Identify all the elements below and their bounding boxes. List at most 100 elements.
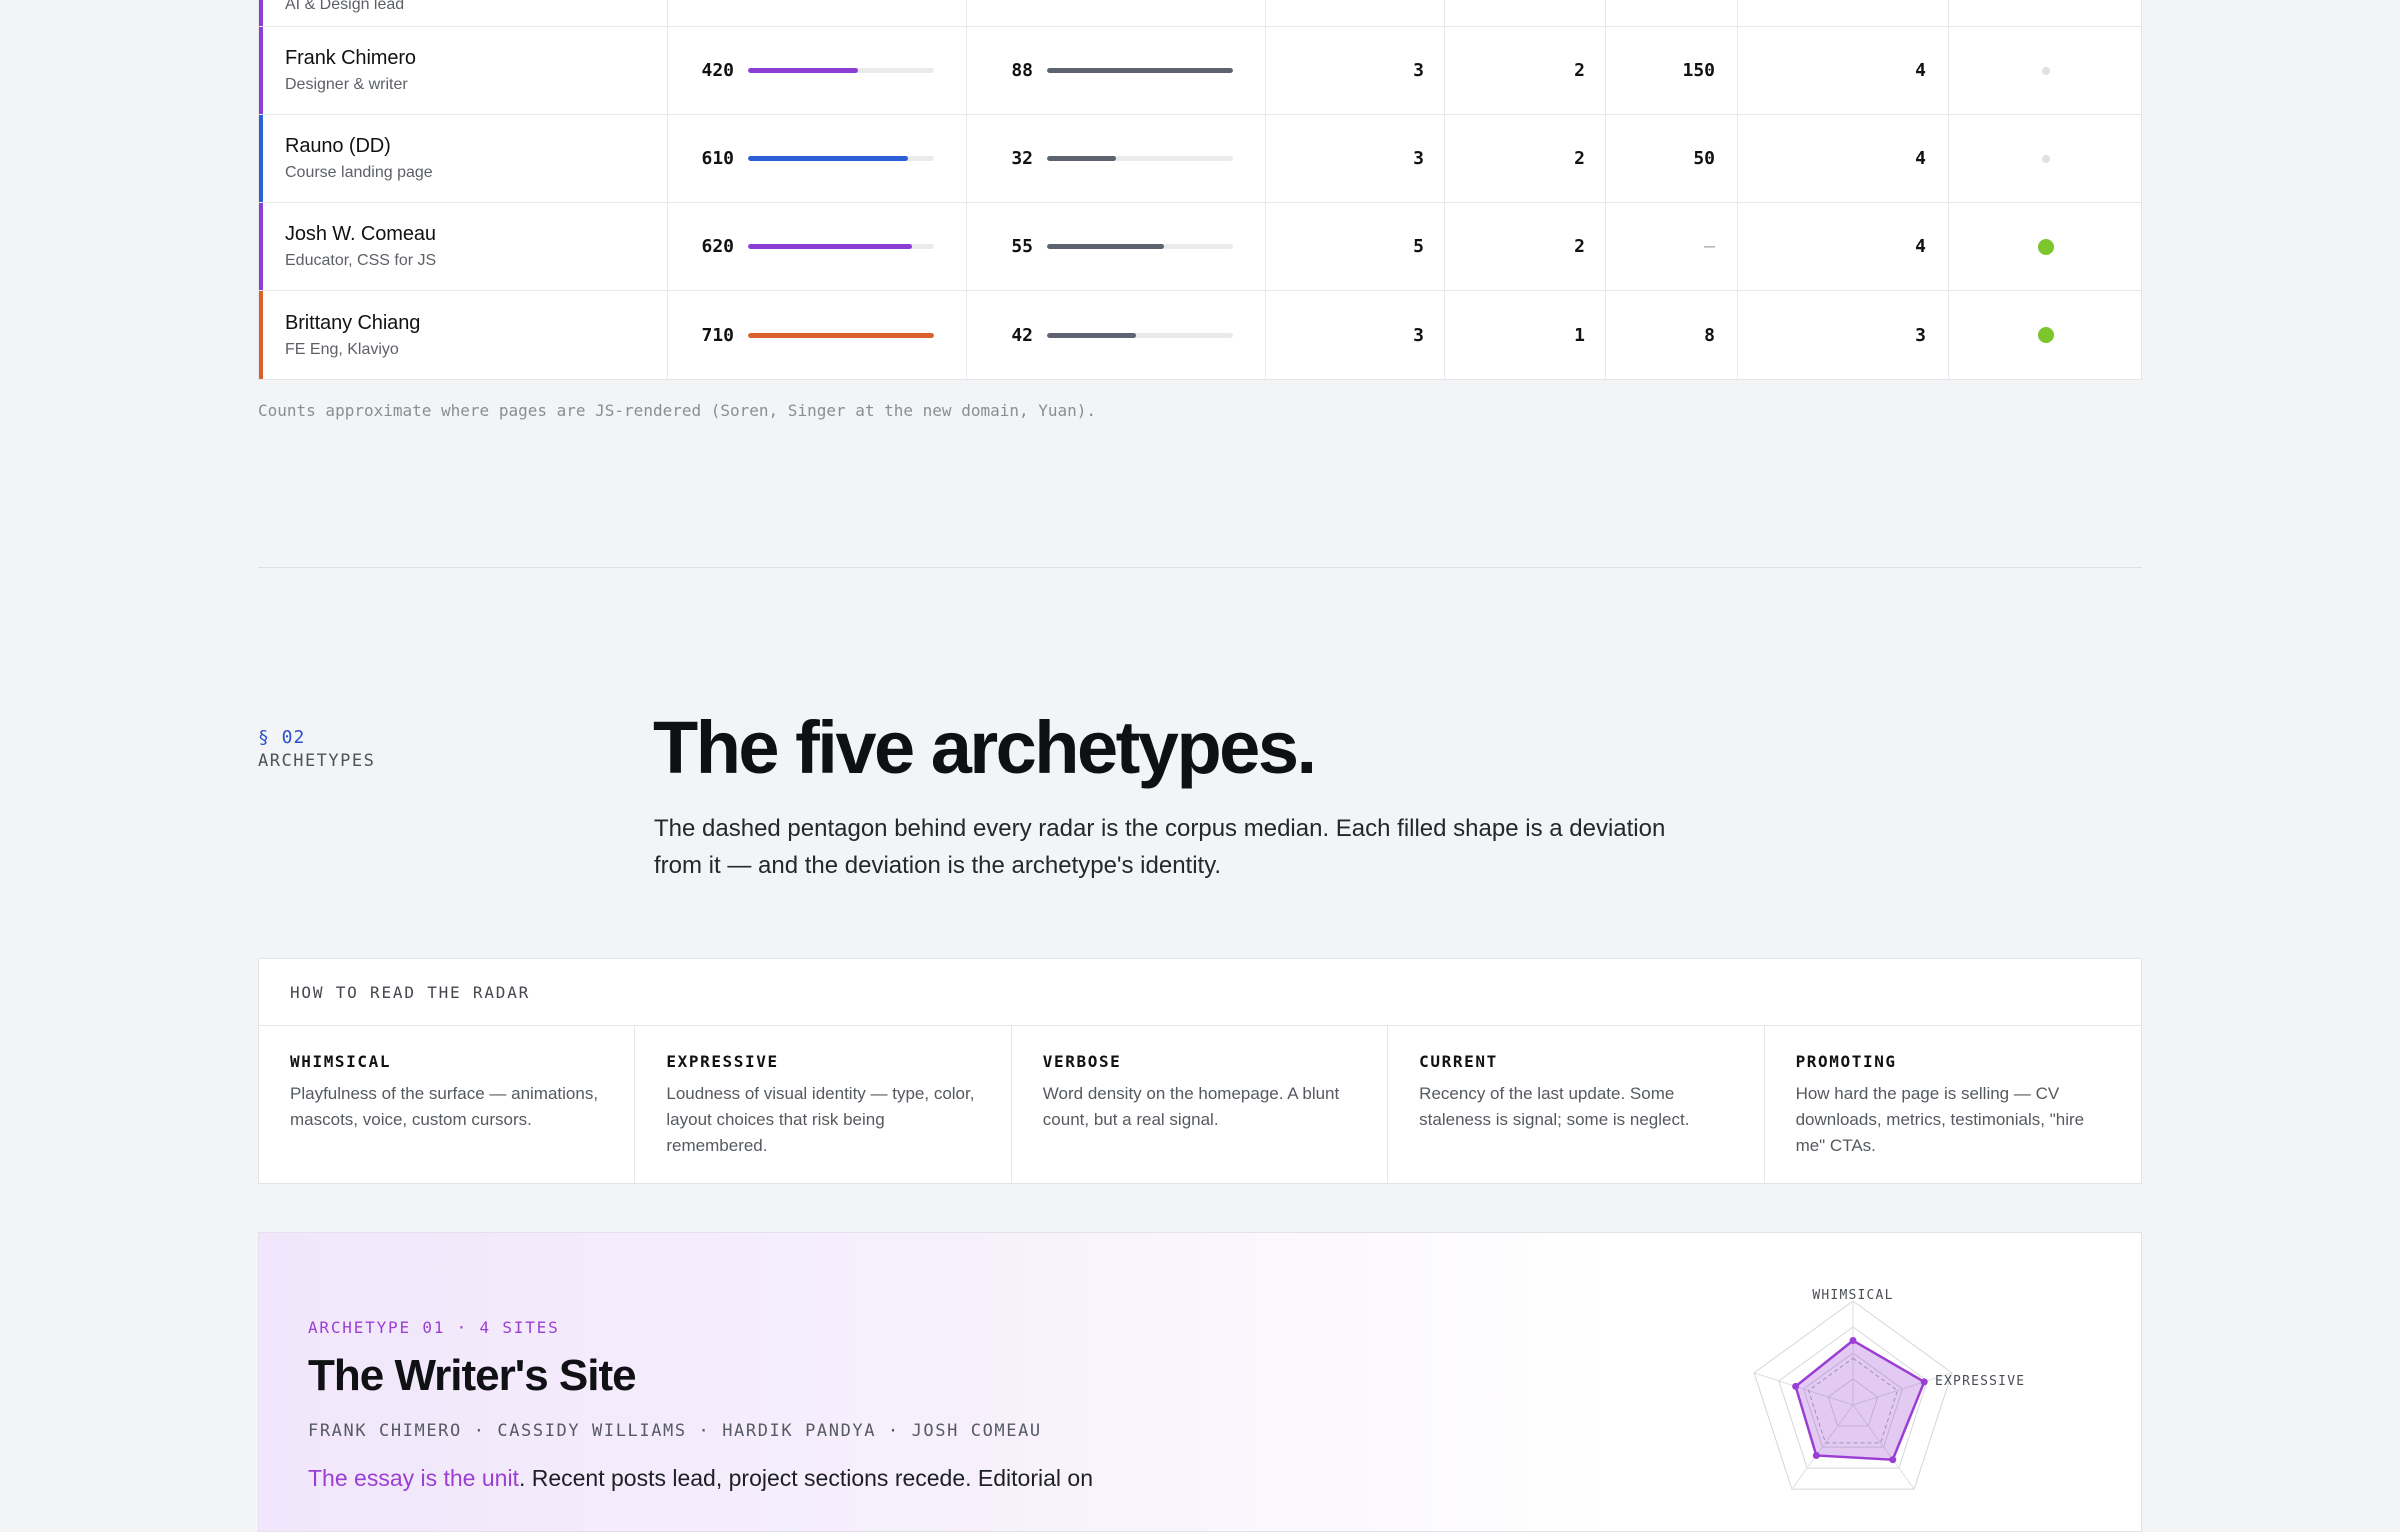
count-cell <box>1445 0 1606 26</box>
metric-bar <box>1047 68 1233 73</box>
count-cell: 3 <box>1738 291 1949 379</box>
table-row: Brittany Chiang FE Eng, Klaviyo 710 42 3… <box>259 291 2141 379</box>
section-number: § 02 <box>258 727 306 748</box>
archetype-eyebrow: ARCHETYPE 01 · 4 SITES <box>308 1318 560 1337</box>
person-cell: AI & Design lead <box>259 0 668 26</box>
metric-value: 420 <box>701 60 734 81</box>
radar-legend-heading: HOW TO READ THE RADAR <box>259 959 2141 1026</box>
count-cell: 2 <box>1445 27 1606 114</box>
archetype-radar-chart: WHIMSICAL EXPRESSIVE <box>1753 1288 2025 1490</box>
metric-cell-words: 420 <box>668 27 967 114</box>
metric-value: 88 <box>1011 60 1033 81</box>
person-role: AI & Design lead <box>285 0 405 13</box>
count-cell: 2 <box>1445 203 1606 290</box>
legend-item-expressive: EXPRESSIVE Loudness of visual identity —… <box>635 1026 1012 1184</box>
metric-bar-fill <box>748 156 908 161</box>
radar-vertex-point <box>1849 1337 1857 1345</box>
radar-axis-label-whimsical: WHIMSICAL <box>1812 1288 1893 1303</box>
metric-cell-score: 42 <box>967 291 1266 379</box>
metric-value: 710 <box>701 324 734 346</box>
person-role: Designer & writer <box>285 76 408 93</box>
count-cell: 1 <box>1445 291 1606 379</box>
metric-bar-fill <box>748 332 934 338</box>
metric-cell-words: 710 <box>668 291 967 379</box>
metric-bar-fill <box>1047 244 1165 249</box>
legend-key: VERBOSE <box>1042 1052 1122 1071</box>
status-cell <box>1949 115 2143 202</box>
table-row: Rauno (DD) Course landing page 610 32 3 … <box>259 115 2141 203</box>
person-cell: Rauno (DD) Course landing page <box>259 115 668 202</box>
status-cell <box>1949 291 2143 379</box>
count-cell: 3 <box>1266 27 1445 114</box>
metric-cell-words: 610 <box>668 115 967 202</box>
metric-bar <box>748 244 934 249</box>
status-cell <box>1949 203 2143 290</box>
metric-bar <box>1047 244 1233 249</box>
status-dot-active <box>2038 238 2054 255</box>
count-cell: 3 <box>1266 291 1445 379</box>
legend-item-verbose: VERBOSE Word density on the homepage. A … <box>1012 1026 1389 1184</box>
count-cell: 150 <box>1606 27 1738 114</box>
archetype-description-text: . Recent posts lead, project sections re… <box>518 1465 1093 1491</box>
count-cell: 5 <box>1266 203 1445 290</box>
archetype-card: ARCHETYPE 01 · 4 SITES The Writer's Site… <box>258 1232 2142 1532</box>
status-cell <box>1949 0 2143 26</box>
metric-bar-fill <box>748 68 858 73</box>
person-cell: Josh W. Comeau Educator, CSS for JS <box>259 203 668 290</box>
metric-cell-score <box>967 0 1266 26</box>
legend-item-whimsical: WHIMSICAL Playfulness of the surface — a… <box>259 1026 636 1184</box>
section-label: ARCHETYPES <box>258 751 376 771</box>
status-dot-inactive <box>2042 66 2050 75</box>
metric-bar-fill <box>1047 332 1137 338</box>
person-cell: Brittany Chiang FE Eng, Klaviyo <box>259 291 668 379</box>
section-lede: The dashed pentagon behind every radar i… <box>654 815 1666 879</box>
metric-bar <box>748 68 934 73</box>
metric-value: 55 <box>1011 236 1033 257</box>
section-title: The five archetypes. <box>653 706 1317 789</box>
status-cell <box>1949 27 2143 114</box>
radar-vertex-point <box>1792 1382 1800 1390</box>
legend-item-current: CURRENT Recency of the last update. Some… <box>1388 1026 1765 1184</box>
radar-vertex-point <box>1812 1451 1820 1459</box>
metric-value: 42 <box>1011 324 1033 346</box>
table-row: Josh W. Comeau Educator, CSS for JS 620 … <box>259 203 2141 291</box>
legend-item-promoting: PROMOTING How hard the page is selling —… <box>1765 1026 2141 1184</box>
metric-value: 610 <box>701 148 734 169</box>
metric-cell-score: 32 <box>967 115 1266 202</box>
legend-key: CURRENT <box>1419 1052 1498 1071</box>
metric-bar-fill <box>748 244 912 249</box>
count-cell: 2 <box>1445 115 1606 202</box>
count-cell <box>1266 0 1445 26</box>
metric-bar <box>1047 332 1233 338</box>
metric-cell-words <box>668 0 967 26</box>
legend-description: Word density on the homepage. A blunt co… <box>1042 1084 1340 1129</box>
legend-description: Playfulness of the surface — animations,… <box>290 1084 599 1129</box>
count-cell: 4 <box>1738 203 1949 290</box>
metric-bar <box>748 156 934 161</box>
archetype-sites: FRANK CHIMERO · CASSIDY WILLIAMS · HARDI… <box>308 1421 1042 1441</box>
table-row: AI & Design lead <box>259 0 2141 27</box>
count-cell <box>1606 0 1738 26</box>
radar-axis-label-expressive: EXPRESSIVE <box>1935 1374 2025 1389</box>
legend-key: EXPRESSIVE <box>666 1052 779 1071</box>
metric-cell-words: 620 <box>668 203 967 290</box>
status-dot-active <box>2038 327 2054 343</box>
legend-description: How hard the page is selling — CV downlo… <box>1795 1084 2085 1155</box>
archetype-description: The essay is the unit. Recent posts lead… <box>308 1465 1093 1492</box>
metric-value: 32 <box>1011 148 1033 169</box>
radar-legend-columns: WHIMSICAL Playfulness of the surface — a… <box>259 1026 2141 1184</box>
metric-bar-fill <box>1047 68 1233 73</box>
archetype-title: The Writer's Site <box>308 1351 637 1400</box>
table-row: Frank Chimero Designer & writer 420 88 3… <box>259 27 2141 115</box>
person-name: Brittany Chiang <box>285 311 421 334</box>
table-footnote: Counts approximate where pages are JS-re… <box>258 401 1097 420</box>
metric-value: 620 <box>701 236 734 257</box>
person-cell: Frank Chimero Designer & writer <box>259 27 668 114</box>
person-role: FE Eng, Klaviyo <box>285 340 399 358</box>
section-divider <box>258 567 2142 568</box>
count-cell <box>1738 0 1949 26</box>
count-cell: 50 <box>1606 115 1738 202</box>
radar-vertex-point <box>1920 1378 1928 1386</box>
metric-cell-score: 88 <box>967 27 1266 114</box>
legend-key: WHIMSICAL <box>290 1052 392 1071</box>
